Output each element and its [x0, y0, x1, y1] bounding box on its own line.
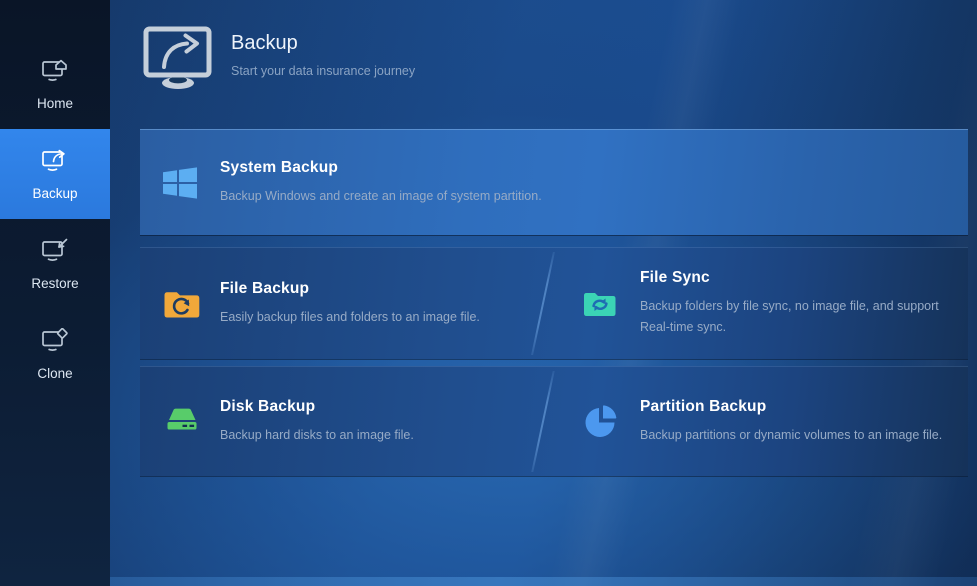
- page-header: Backup Start your data insurance journey: [110, 0, 977, 92]
- windows-logo-icon: [162, 167, 220, 199]
- backup-row-disk: Disk Backup Backup hard disks to an imag…: [140, 366, 968, 476]
- sidebar-item-home[interactable]: Home: [0, 39, 110, 129]
- file-backup-card[interactable]: File Backup Easily backup files and fold…: [140, 248, 542, 359]
- app-window: Home Backup Re: [0, 0, 977, 586]
- sidebar-item-label: Backup: [32, 186, 77, 201]
- sidebar-item-clone[interactable]: Clone: [0, 309, 110, 399]
- main-panel: Backup Start your data insurance journey…: [110, 0, 977, 586]
- home-monitor-icon: [40, 58, 70, 89]
- file-sync-card[interactable]: File Sync Backup folders by file sync, n…: [542, 248, 968, 359]
- backup-monitor-large-icon: [143, 26, 215, 92]
- backup-row-files: File Backup Easily backup files and fold…: [140, 247, 968, 359]
- hard-disk-icon: [162, 405, 220, 438]
- card-title: File Sync: [640, 269, 968, 287]
- card-description: Backup folders by file sync, no image fi…: [640, 296, 968, 337]
- partition-backup-card[interactable]: Partition Backup Backup partitions or dy…: [542, 367, 968, 476]
- sidebar-item-label: Home: [37, 96, 73, 111]
- file-sync-folder-icon: [582, 289, 640, 319]
- sidebar: Home Backup Re: [0, 0, 110, 586]
- sidebar-item-backup[interactable]: Backup: [0, 129, 110, 219]
- card-title: File Backup: [220, 280, 480, 298]
- sidebar-item-label: Clone: [37, 366, 72, 381]
- card-title: System Backup: [220, 159, 542, 177]
- system-backup-card[interactable]: System Backup Backup Windows and create …: [140, 129, 968, 235]
- card-description: Backup Windows and create an image of sy…: [220, 186, 542, 207]
- clone-monitor-icon: [40, 328, 70, 359]
- page-subtitle: Start your data insurance journey: [231, 64, 415, 78]
- page-title: Backup: [231, 32, 415, 55]
- card-title: Partition Backup: [640, 398, 942, 416]
- sidebar-item-restore[interactable]: Restore: [0, 219, 110, 309]
- file-backup-folder-icon: [162, 287, 220, 320]
- restore-monitor-icon: [40, 238, 70, 269]
- card-description: Backup hard disks to an image file.: [220, 425, 414, 446]
- backup-monitor-icon: [40, 148, 70, 179]
- disk-backup-card[interactable]: Disk Backup Backup hard disks to an imag…: [140, 367, 542, 476]
- card-description: Backup partitions or dynamic volumes to …: [640, 425, 942, 446]
- sidebar-item-label: Restore: [31, 276, 78, 291]
- partition-pie-icon: [582, 404, 640, 440]
- card-title: Disk Backup: [220, 398, 414, 416]
- card-description: Easily backup files and folders to an im…: [220, 307, 480, 328]
